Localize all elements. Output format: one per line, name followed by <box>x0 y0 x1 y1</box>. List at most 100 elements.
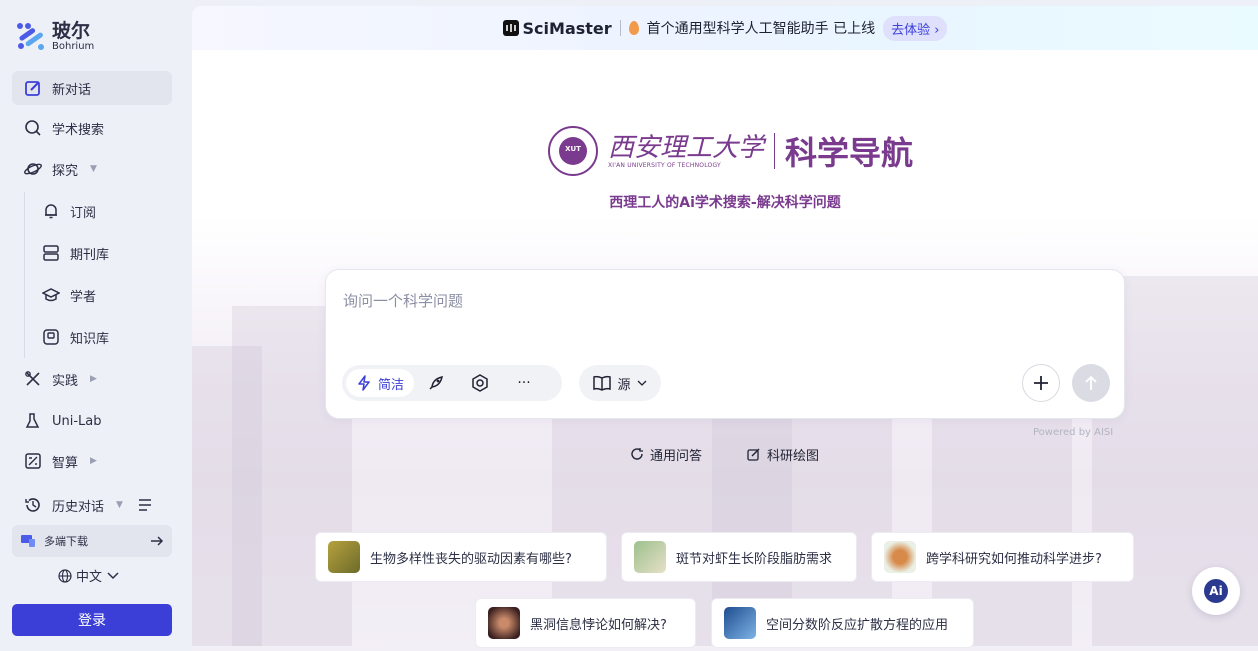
new-chat-label: 新对话 <box>52 82 92 98</box>
bohrium-logo-icon <box>17 23 44 50</box>
chevron-down-icon <box>107 571 119 579</box>
graduation-cap-icon <box>42 288 60 302</box>
send-button[interactable] <box>1072 364 1110 402</box>
suggestion-card[interactable]: 黑洞信息悖论如何解决? <box>475 598 696 648</box>
sidebar-item-search[interactable]: 学术搜索 <box>12 111 172 145</box>
chip-general-qa[interactable]: 通用问答 <box>618 437 714 471</box>
lightning-icon <box>358 375 370 391</box>
flame-icon <box>628 21 639 35</box>
chat-input-box[interactable]: 询问一个科学问题 简洁 ··· 源 <box>325 269 1125 419</box>
suggestion-thumbnail <box>884 541 916 573</box>
scimaster-name: SciMaster <box>522 18 612 38</box>
suggestion-text: 跨学科研究如何推动科学进步? <box>926 551 1102 567</box>
download-apps-button[interactable]: 多端下载 <box>12 525 172 557</box>
main-panel: SciMaster 首个通用型科学人工智能助手 已上线 去体验 › XUT 西安… <box>192 6 1258 651</box>
ellipsis-icon: ··· <box>517 375 531 391</box>
university-brand: XUT 西安理工大学 XI'AN UNIVERSITY OF TECHNOLOG… <box>548 126 913 176</box>
sidebar-item-history[interactable]: 历史对话 ▼ <box>12 488 172 522</box>
suggestion-thumbnail <box>328 541 360 573</box>
language-label: 中文 <box>76 570 103 585</box>
sidebar-item-label: 智算 <box>52 455 79 471</box>
suggestion-text: 斑节对虾生长阶段脂肪需求 <box>676 551 833 567</box>
caret-right-icon: ▶ <box>90 456 97 466</box>
source-label: 源 <box>617 377 631 393</box>
ai-assistant-button[interactable]: Ai <box>1192 567 1240 615</box>
source-selector[interactable]: 源 <box>579 365 661 401</box>
edit-icon <box>25 81 40 96</box>
database-icon <box>43 245 59 261</box>
globe-icon <box>58 568 72 583</box>
suggestion-text: 生物多样性丧失的驱动因素有哪些? <box>370 551 572 567</box>
try-now-button[interactable]: 去体验 › <box>883 15 948 41</box>
bohrium-logo[interactable]: 玻尔 Bohrium <box>16 22 94 52</box>
scimaster-logo: SciMaster <box>502 18 612 38</box>
sidebar-item-unilab[interactable]: Uni-Lab <box>12 404 172 438</box>
search-icon <box>25 120 41 136</box>
try-now-label: 去体验 <box>891 22 931 38</box>
page-title: 科学导航 <box>785 134 914 172</box>
banner-text: 首个通用型科学人工智能助手 已上线 <box>646 21 876 37</box>
arrow-right-icon <box>151 536 164 546</box>
suggestion-card[interactable]: 跨学科研究如何推动科学进步? <box>871 532 1134 582</box>
sidebar-item-label: 学者 <box>70 289 97 305</box>
attach-button[interactable] <box>1022 364 1060 402</box>
mode-rocket-button[interactable] <box>414 369 458 397</box>
chip-label: 科研绘图 <box>767 448 820 464</box>
page-subtitle: 西理工人的Ai学术搜索-解决科学问题 <box>609 195 841 211</box>
university-name-cn: 西安理工大学 <box>608 132 765 163</box>
powered-by-text: Powered by AISI <box>1033 427 1114 438</box>
mode-concise-button[interactable]: 简洁 <box>346 369 415 397</box>
planet-icon <box>24 163 42 175</box>
sidebar-item-label: 学术搜索 <box>52 122 105 138</box>
sidebar-item-compute[interactable]: 智算 ▶ <box>12 444 172 478</box>
sidebar-item-subscribe[interactable]: 订阅 <box>30 194 172 228</box>
sidebar-item-label: Uni-Lab <box>52 413 102 429</box>
list-icon[interactable] <box>138 499 152 511</box>
sidebar-item-label: 订阅 <box>70 205 97 221</box>
image-edit-icon <box>747 448 760 461</box>
mode-selector: 简洁 ··· <box>342 365 562 401</box>
book-icon <box>593 375 612 391</box>
scimaster-icon <box>502 20 519 36</box>
suggestion-card[interactable]: 空间分数阶反应扩散方程的应用 <box>711 598 974 648</box>
brand-name-en: Bohrium <box>52 41 95 52</box>
mode-ai-button[interactable] <box>458 369 502 397</box>
tools-icon <box>25 371 40 386</box>
sidebar-item-practice[interactable]: 实践 ▶ <box>12 362 172 396</box>
caret-right-icon: ▶ <box>90 374 97 384</box>
login-button[interactable]: 登录 <box>12 604 172 636</box>
download-label: 多端下载 <box>44 535 88 548</box>
sidebar: 玻尔 Bohrium 新对话 学术搜索 探究 ▼ 订阅 期刊库 学者 知识库 实… <box>0 0 184 651</box>
seal-text: XUT <box>565 145 581 153</box>
sidebar-item-knowledge[interactable]: 知识库 <box>30 320 172 354</box>
bell-icon <box>45 204 57 219</box>
chip-research-drawing[interactable]: 科研绘图 <box>735 437 831 471</box>
devices-icon <box>21 535 35 547</box>
suggestion-thumbnail <box>488 607 520 639</box>
new-chat-button[interactable]: 新对话 <box>12 71 172 105</box>
suggestion-thumbnail <box>634 541 666 573</box>
sidebar-item-explore[interactable]: 探究 ▼ <box>12 152 172 186</box>
suggestion-text: 黑洞信息悖论如何解决? <box>530 617 667 633</box>
arrow-up-icon <box>1085 375 1097 390</box>
university-name-en: XI'AN UNIVERSITY OF TECHNOLOGY <box>608 161 721 169</box>
caret-down-icon: ▼ <box>116 500 123 510</box>
question-input-placeholder[interactable]: 询问一个科学问题 <box>343 290 463 311</box>
ai-icon: Ai <box>1204 579 1228 603</box>
calculator-icon <box>25 453 41 469</box>
sidebar-item-label: 知识库 <box>70 331 110 347</box>
chevron-down-icon <box>637 380 646 386</box>
caret-down-icon: ▼ <box>90 164 97 174</box>
flask-icon <box>25 413 40 428</box>
sidebar-item-label: 历史对话 <box>52 499 105 515</box>
knowledge-base-icon <box>43 329 59 345</box>
announcement-banner[interactable]: SciMaster 首个通用型科学人工智能助手 已上线 去体验 › <box>192 6 1258 50</box>
sidebar-item-journals[interactable]: 期刊库 <box>30 236 172 270</box>
more-modes-button[interactable]: ··· <box>502 369 546 397</box>
plus-icon <box>1034 376 1048 390</box>
suggestion-card[interactable]: 生物多样性丧失的驱动因素有哪些? <box>315 532 607 582</box>
mode-concise-label: 简洁 <box>378 377 405 393</box>
sidebar-item-scholars[interactable]: 学者 <box>30 278 172 312</box>
suggestion-card[interactable]: 斑节对虾生长阶段脂肪需求 <box>621 532 857 582</box>
language-selector[interactable]: 中文 <box>58 566 120 585</box>
